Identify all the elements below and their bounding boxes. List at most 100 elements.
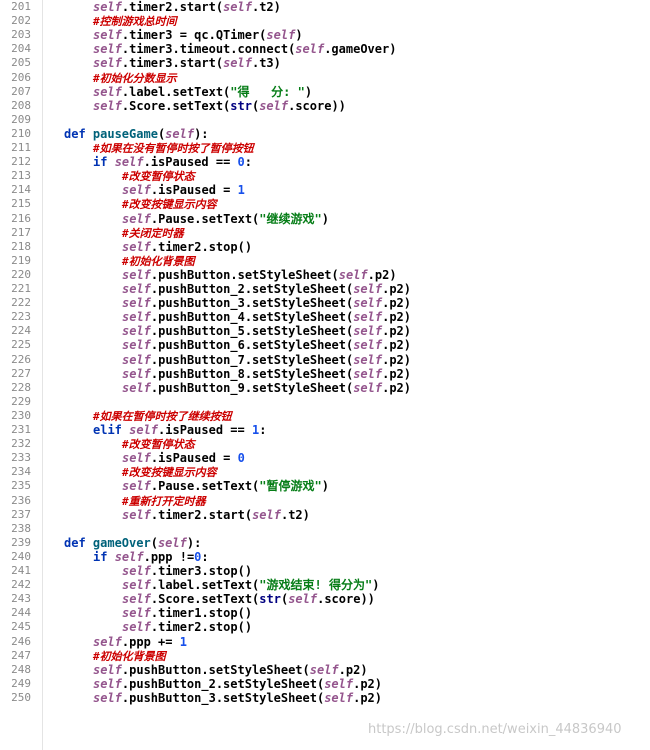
code-text: .label.setText(: [121, 84, 231, 99]
line-number: 224: [11, 324, 31, 338]
code-line[interactable]: 248 self.pushButton.setStyleSheet(self.p2…: [0, 663, 650, 677]
code-line[interactable]: 249 self.pushButton_2.setStyleSheet(self.…: [0, 677, 650, 691]
line-content: self.pushButton_9.setStyleSheet(self.p2): [122, 381, 411, 395]
line-number: 227: [11, 366, 31, 380]
code-line[interactable]: 226 self.pushButton_7.setStyleSheet(self.…: [0, 353, 650, 367]
code-line[interactable]: 243 self.Score.setText(str(self.score)): [0, 592, 650, 606]
self-keyword: self: [122, 282, 151, 296]
code-line[interactable]: 229: [0, 395, 650, 409]
code-line[interactable]: 247 #初始化背景图: [0, 649, 650, 663]
code-line[interactable]: 213 #改变暂停状态: [0, 169, 650, 183]
code-editor[interactable]: 201 self.timer2.start(self.t2) 202 #控制游戏总时间…: [0, 0, 650, 750]
code-text: .timer2.stop(): [150, 239, 253, 254]
self-keyword: self: [93, 0, 122, 14]
line-content: if self.isPaused == 0:: [93, 155, 252, 169]
code-text: (: [150, 535, 158, 550]
function-name: gameOver: [92, 535, 151, 550]
code-line[interactable]: 210 def pauseGame(self):: [0, 127, 650, 141]
code-line[interactable]: 239 def gameOver(self):: [0, 536, 650, 550]
code-text: :: [244, 155, 252, 170]
self-keyword: self: [93, 676, 122, 691]
code-line[interactable]: 209: [0, 113, 650, 127]
code-text: .isPaused ==: [143, 155, 238, 170]
code-line[interactable]: 222 self.pushButton_3.setStyleSheet(self.…: [0, 296, 650, 310]
code-line[interactable]: 204 self.timer3.timeout.connect(self.game…: [0, 42, 650, 56]
code-line[interactable]: 236 #重新打开定时器: [0, 494, 650, 508]
code-line[interactable]: 250 self.pushButton_3.setStyleSheet(self.…: [0, 691, 650, 705]
line-content: self.timer2.stop(): [122, 620, 252, 634]
code-line[interactable]: 201 self.timer2.start(self.t2): [0, 0, 650, 14]
code-line[interactable]: 242 self.label.setText("游戏结束! 得分为"): [0, 578, 650, 592]
line-number: 209: [11, 112, 31, 126]
comment: #控制游戏总时间: [93, 15, 177, 29]
self-keyword: self: [93, 98, 122, 113]
line-number: 218: [11, 239, 31, 253]
number-literal: 0: [237, 155, 245, 170]
code-line[interactable]: 232 #改变暂停状态: [0, 437, 650, 451]
line-number: 243: [11, 592, 31, 606]
code-line[interactable]: 237 self.timer2.start(self.t2): [0, 508, 650, 522]
code-line[interactable]: 224 self.pushButton_5.setStyleSheet(self.…: [0, 324, 650, 338]
code-line[interactable]: 244 self.timer1.stop(): [0, 606, 650, 620]
line-number: 226: [11, 352, 31, 366]
code-line[interactable]: 219 #初始化背景图: [0, 254, 650, 268]
line-content: #重新打开定时器: [122, 494, 206, 509]
code-line[interactable]: 220 self.pushButton.setStyleSheet(self.p2…: [0, 268, 650, 282]
line-content: self.pushButton_3.setStyleSheet(self.p2): [93, 691, 382, 705]
code-text: .timer1.stop(): [150, 606, 253, 621]
self-keyword: self: [122, 239, 151, 254]
code-line[interactable]: 238: [0, 522, 650, 536]
code-line[interactable]: 203 self.timer3 = qc.QTimer(self): [0, 28, 650, 42]
line-number: 233: [11, 451, 31, 465]
code-line[interactable]: 231 elif self.isPaused == 1:: [0, 423, 650, 437]
code-line[interactable]: 230 #如果在暂停时按了继续按钮: [0, 409, 650, 423]
code-text: .pushButton.setStyleSheet(: [150, 267, 339, 282]
code-line[interactable]: 246 self.ppp += 1: [0, 635, 650, 649]
code-line[interactable]: 216 self.Pause.setText("继续游戏"): [0, 212, 650, 226]
self-keyword: self: [223, 0, 252, 14]
self-keyword: self: [122, 620, 151, 635]
code-text: .t3): [251, 56, 281, 71]
code-line[interactable]: 208 self.Score.setText(str(self.score)): [0, 99, 650, 113]
code-line[interactable]: 233 self.isPaused = 0: [0, 451, 650, 465]
code-text: :: [259, 423, 267, 437]
code-line[interactable]: 223 self.pushButton_4.setStyleSheet(self.…: [0, 310, 650, 324]
code-line[interactable]: 235 self.Pause.setText("暂停游戏"): [0, 479, 650, 493]
string-literal: "游戏结束! 得分为": [259, 578, 373, 593]
code-line[interactable]: 234 #改变按键显示内容: [0, 465, 650, 479]
code-line[interactable]: 212 if self.isPaused == 0:: [0, 155, 650, 169]
code-line[interactable]: 207 self.label.setText("得 分: "): [0, 85, 650, 99]
line-content: self.Score.setText(str(self.score)): [93, 99, 346, 113]
comment: #如果在暂停时按了继续按钮: [93, 409, 232, 423]
code-line[interactable]: 215 #改变按键显示内容: [0, 197, 650, 211]
comment: #初始化分数显示: [93, 71, 177, 85]
code-line[interactable]: 240 if self.ppp !=0:: [0, 550, 650, 564]
line-number: 232: [11, 437, 31, 451]
code-line[interactable]: 211 #如果在没有暂停时按了暂停按钮: [0, 141, 650, 155]
line-number: 234: [11, 465, 31, 479]
code-line[interactable]: 241 self.timer3.stop(): [0, 564, 650, 578]
code-line[interactable]: 217 #关闭定时器: [0, 226, 650, 240]
self-keyword: self: [324, 690, 354, 705]
line-content: self.timer3.start(self.t3): [93, 56, 281, 70]
keyword: def: [64, 126, 93, 141]
code-line[interactable]: 205 self.timer3.start(self.t3): [0, 56, 650, 70]
code-line[interactable]: 214 self.isPaused = 1: [0, 183, 650, 197]
code-line[interactable]: 228 self.pushButton_9.setStyleSheet(self.…: [0, 381, 650, 395]
code-line[interactable]: 225 self.pushButton_6.setStyleSheet(self.…: [0, 338, 650, 352]
code-text: .p2): [382, 380, 412, 395]
line-number: 236: [11, 493, 31, 507]
code-line[interactable]: 227 self.pushButton_8.setStyleSheet(self.…: [0, 367, 650, 381]
line-content: self.pushButton_4.setStyleSheet(self.p2): [122, 310, 411, 324]
code-line[interactable]: 245 self.timer2.stop(): [0, 620, 650, 634]
code-line[interactable]: 221 self.pushButton_2.setStyleSheet(self.…: [0, 282, 650, 296]
self-keyword: self: [288, 592, 318, 607]
line-content: def gameOver(self):: [64, 536, 201, 550]
self-keyword: self: [353, 338, 383, 353]
code-area[interactable]: 201 self.timer2.start(self.t2) 202 #控制游戏总时间…: [0, 0, 650, 750]
code-text: .ppp !=: [143, 549, 195, 564]
code-line[interactable]: 202 #控制游戏总时间: [0, 14, 650, 28]
code-line[interactable]: 206 #初始化分数显示: [0, 71, 650, 85]
code-line[interactable]: 218 self.timer2.stop(): [0, 240, 650, 254]
line-content: elif self.isPaused == 1:: [93, 423, 266, 437]
